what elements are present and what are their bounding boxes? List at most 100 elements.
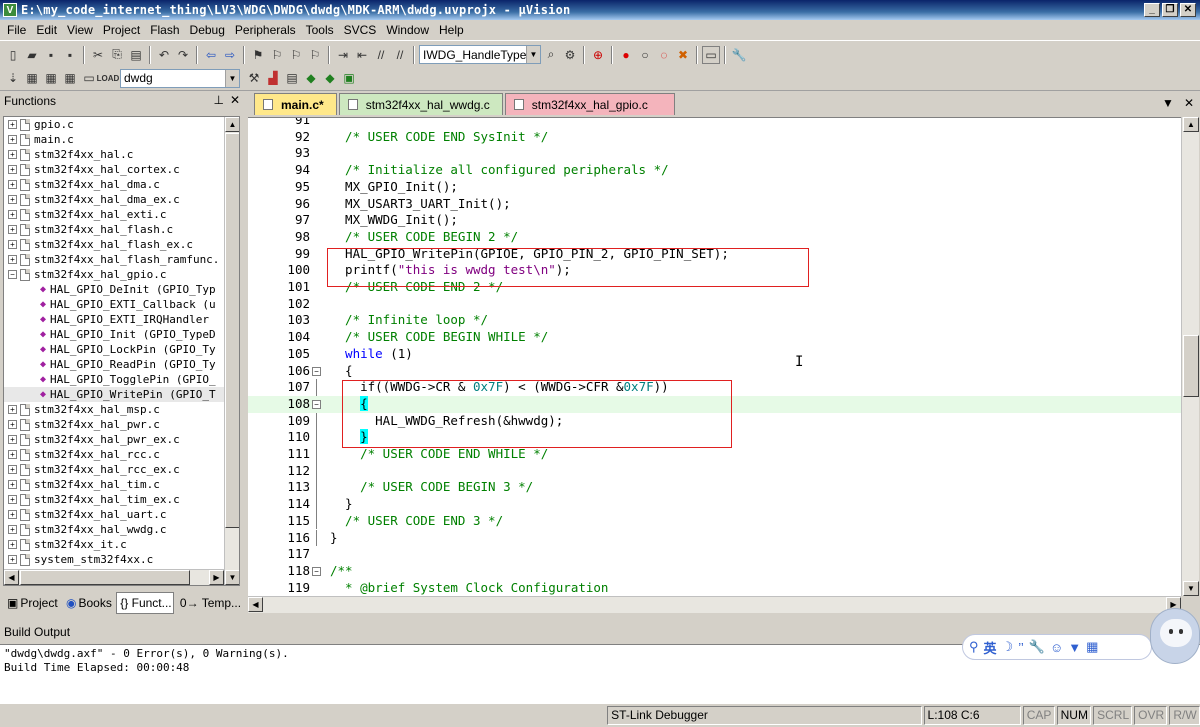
tree-file-item[interactable]: + stm32f4xx_hal_wwdg.c — [4, 522, 239, 537]
expand-icon[interactable]: + — [8, 420, 17, 429]
code-line[interactable]: 106− { — [248, 363, 1181, 380]
code-line[interactable]: 115 /* USER CODE END 3 */ — [248, 512, 1181, 530]
editor-scrollbar[interactable]: ▲ ▼ — [1181, 117, 1199, 596]
assistant-avatar[interactable] — [1150, 608, 1200, 664]
minimize-button[interactable]: _ — [1144, 3, 1160, 17]
code-line[interactable]: 104 /* USER CODE BEGIN WHILE */ — [248, 329, 1181, 346]
new-file-icon[interactable]: ▯ — [4, 46, 22, 64]
breakpoint-icon[interactable]: ● — [617, 46, 635, 64]
tree-file-item[interactable]: + stm32f4xx_hal_tim_ex.c — [4, 492, 239, 507]
rte-packs-icon[interactable]: ▣ — [340, 69, 358, 87]
tab-project[interactable]: ▣ Project — [3, 592, 60, 614]
tree-file-item[interactable]: + gpio.c — [4, 117, 239, 132]
code-line[interactable]: 98 /* USER CODE BEGIN 2 */ — [248, 229, 1181, 246]
scroll-down-arrow[interactable]: ▼ — [1183, 581, 1199, 596]
tree-file-item[interactable]: + stm32f4xx_hal_pwr_ex.c — [4, 432, 239, 447]
editor-hscrollbar[interactable]: ◀ ▶ — [248, 596, 1181, 613]
tree-function-item[interactable]: ◆ HAL_GPIO_EXTI_Callback (u — [4, 297, 239, 312]
download-icon[interactable]: LOAD — [97, 69, 120, 87]
code-line[interactable]: 92 /* USER CODE END SysInit */ — [248, 129, 1181, 146]
code-line[interactable]: 105 while (1) — [248, 346, 1181, 363]
tree-function-item[interactable]: ◆ HAL_GPIO_Init (GPIO_TypeD — [4, 327, 239, 342]
code-view[interactable]: 91 92 /* USER CODE END SysInit */93 94 /* … — [248, 117, 1181, 596]
tab-books[interactable]: ◉ Books — [62, 592, 114, 614]
code-line[interactable]: 93 — [248, 145, 1181, 162]
tree-file-item[interactable]: − stm32f4xx_hal_gpio.c — [4, 267, 239, 282]
copy-icon[interactable]: ⎘ — [108, 46, 126, 64]
expand-icon[interactable]: + — [8, 540, 17, 549]
menu-file[interactable]: File — [2, 20, 31, 40]
chevron-down-icon[interactable]: ▼ — [225, 69, 239, 87]
expand-icon[interactable]: + — [8, 495, 17, 504]
expand-icon[interactable]: + — [8, 195, 17, 204]
tree-function-item[interactable]: ◆ HAL_GPIO_LockPin (GPIO_Ty — [4, 342, 239, 357]
grid-icon[interactable]: ▦ — [1086, 639, 1098, 655]
stop-build-icon[interactable]: ▭ — [80, 69, 98, 87]
menu-debug[interactable]: Debug — [185, 20, 230, 40]
debug-session-icon[interactable]: ⊕ — [589, 46, 607, 64]
tree-file-item[interactable]: + stm32f4xx_hal_flash.c — [4, 222, 239, 237]
code-line[interactable]: 116} — [248, 529, 1181, 547]
scroll-left-arrow[interactable]: ◀ — [4, 570, 19, 585]
bookmark-icon[interactable]: ⚑ — [249, 46, 267, 64]
tree-file-item[interactable]: + stm32f4xx_hal_rcc_ex.c — [4, 462, 239, 477]
tree-file-item[interactable]: + system_stm32f4xx.c — [4, 552, 239, 567]
expand-icon[interactable]: + — [8, 150, 17, 159]
batch-build-icon[interactable]: ▦ — [61, 69, 79, 87]
tree-function-item[interactable]: ◆ HAL_GPIO_DeInit (GPIO_Typ — [4, 282, 239, 297]
window-layout-icon[interactable]: ▭ — [702, 45, 720, 64]
tree-file-item[interactable]: + stm32f4xx_hal_tim.c — [4, 477, 239, 492]
close-tab-icon[interactable]: ✕ — [1184, 96, 1194, 110]
tree-file-item[interactable]: + stm32f4xx_hal_msp.c — [4, 402, 239, 417]
shirt-icon[interactable]: ▼ — [1068, 640, 1081, 655]
nav-back-icon[interactable]: ⇦ — [202, 46, 220, 64]
menu-view[interactable]: View — [62, 20, 98, 40]
unindent-icon[interactable]: ⇤ — [353, 46, 371, 64]
expand-icon[interactable]: + — [8, 510, 17, 519]
expand-icon[interactable]: + — [8, 225, 17, 234]
cut-icon[interactable]: ✂ — [89, 46, 107, 64]
person-icon[interactable]: ⚲ — [969, 639, 979, 655]
expand-icon[interactable]: + — [8, 180, 17, 189]
tab-main-c[interactable]: main.c* — [254, 93, 337, 115]
expand-icon[interactable]: + — [8, 525, 17, 534]
scroll-down-arrow[interactable]: ▼ — [225, 570, 239, 585]
fold-toggle-icon[interactable]: − — [312, 366, 321, 376]
tab-hal-wwdg-c[interactable]: stm32f4xx_hal_wwdg.c — [338, 93, 503, 115]
close-button[interactable]: ✕ — [1180, 3, 1196, 17]
tab-templates[interactable]: 0→ Temp... — [176, 592, 243, 614]
ime-toolbar[interactable]: ⚲ 英 ☽ ’’ 🔧 ☺ ▼ ▦ — [962, 634, 1152, 660]
tree-file-item[interactable]: + stm32f4xx_hal_dma.c — [4, 177, 239, 192]
tree-file-item[interactable]: + stm32f4xx_hal_exti.c — [4, 207, 239, 222]
expand-icon[interactable]: + — [8, 135, 17, 144]
tree-file-item[interactable]: + stm32f4xx_hal_flash_ex.c — [4, 237, 239, 252]
code-line[interactable]: 96 MX_USART3_UART_Init(); — [248, 196, 1181, 213]
prev-bookmark-icon[interactable]: ⚐ — [268, 46, 286, 64]
tree-file-item[interactable]: + stm32f4xx_hal_rcc.c — [4, 447, 239, 462]
expand-icon[interactable]: + — [8, 255, 17, 264]
tree-file-item[interactable]: + stm32f4xx_it.c — [4, 537, 239, 552]
nav-forward-icon[interactable]: ⇨ — [221, 46, 239, 64]
undo-icon[interactable]: ↶ — [155, 46, 173, 64]
tab-list-icon[interactable]: ▼ — [1162, 96, 1174, 110]
code-line[interactable]: 95 MX_GPIO_Init(); — [248, 179, 1181, 196]
expand-icon[interactable]: + — [8, 435, 17, 444]
menu-svcs[interactable]: SVCS — [339, 20, 382, 40]
find-in-files-icon[interactable]: ⌕ — [542, 46, 560, 64]
configure-icon[interactable]: 🔧 — [730, 46, 748, 64]
code-line[interactable]: 102 — [248, 296, 1181, 313]
expand-icon[interactable]: + — [8, 480, 17, 489]
tree-file-item[interactable]: + stm32f4xx_hal_flash_ramfunc. — [4, 252, 239, 267]
tree-function-item[interactable]: ◆ HAL_GPIO_ReadPin (GPIO_Ty — [4, 357, 239, 372]
redo-icon[interactable]: ↷ — [174, 46, 192, 64]
menu-peripherals[interactable]: Peripherals — [230, 20, 301, 40]
disable-breakpoint-icon[interactable]: ○ — [636, 46, 654, 64]
scroll-up-arrow[interactable]: ▲ — [1183, 117, 1199, 132]
tree-file-item[interactable]: + stm32f4xx_hal_dma_ex.c — [4, 192, 239, 207]
menu-project[interactable]: Project — [98, 20, 145, 40]
code-line[interactable]: 97 MX_WWDG_Init(); — [248, 212, 1181, 229]
smile-icon[interactable]: ☺ — [1050, 640, 1063, 655]
pack-installer-icon[interactable]: ◆ — [302, 69, 320, 87]
menu-flash[interactable]: Flash — [145, 20, 184, 40]
scroll-left-arrow[interactable]: ◀ — [248, 597, 263, 612]
